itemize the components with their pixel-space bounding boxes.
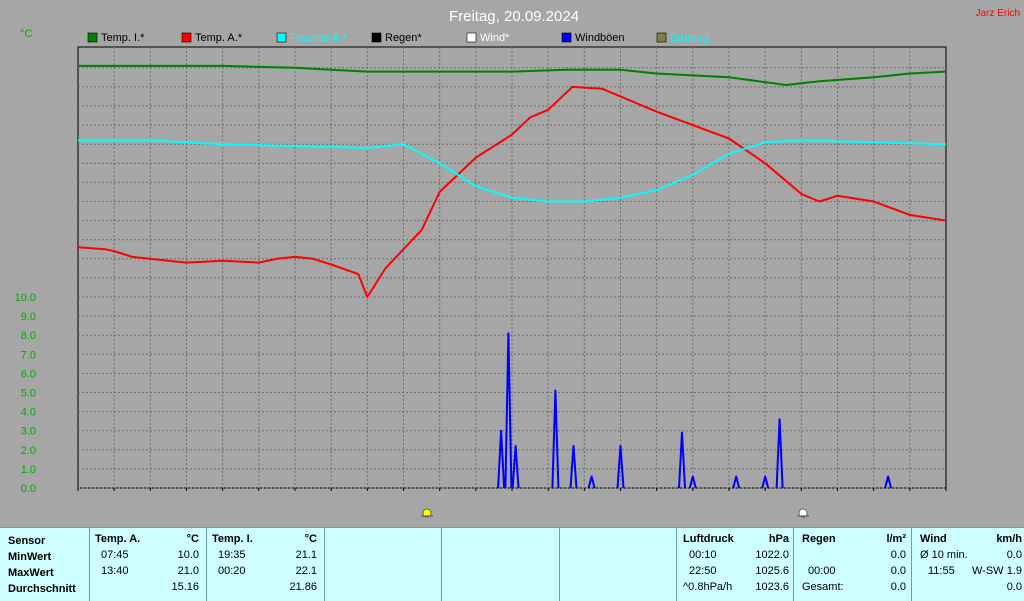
temp-a-max-value: 21.0: [177, 565, 199, 577]
temp-a-column: Temp. A. °C 07:45 10.0 13:40 21.0 15.16: [90, 528, 207, 601]
y-tick-label: 5.0: [21, 388, 36, 400]
temp-i-max-time: 00:20: [218, 565, 246, 577]
temp-i-min-time: 19:35: [218, 549, 246, 561]
empty-column-3: [560, 528, 677, 601]
rain-total-value: 0.0: [890, 581, 906, 593]
rain-column: Regen l/m² 0.0 00:00 0.0 Gesamt: 0.0: [794, 528, 912, 601]
pressure-average: 1023.6: [755, 581, 789, 593]
legend-swatch: [466, 32, 477, 43]
temp-i-max-value: 22.1: [295, 565, 317, 577]
weather-chart: Freitag, 20.09.2024 Jarz Erich °C Temp. …: [15, 8, 1020, 518]
temp-i-unit: °C: [304, 533, 317, 545]
legend-label: Windböen: [575, 32, 625, 44]
sunset-icon: [797, 508, 809, 518]
chart-legend: Temp. I.* Temp. A.* Feuchte A.* Regen* Wind*…: [87, 32, 712, 44]
legend-swatch: [181, 32, 192, 43]
y-tick-label: 2.0: [21, 445, 36, 457]
legend-label: Temp. A.*: [195, 32, 243, 44]
y-tick-label: 3.0: [21, 426, 36, 438]
empty-column-2: [442, 528, 560, 601]
pressure-title: Luftdruck: [683, 533, 734, 545]
rain-title: Regen: [802, 533, 836, 545]
y-tick-label: 9.0: [21, 311, 36, 323]
wind-value-3: 0.0: [1006, 581, 1022, 593]
chart-title: Freitag, 20.09.2024: [449, 8, 579, 25]
legend-label: Feuchte A.*: [290, 32, 348, 44]
pressure-min-time: 00:10: [689, 549, 717, 561]
pressure-column: Luftdruck hPa 00:10 1022.0 22:50 1025.6 …: [677, 528, 794, 601]
y-unit-label: °C: [20, 28, 32, 40]
wind-column: Wind km/h Ø 10 min. 0.0 11:55 W-SW 1.9 0…: [912, 528, 1024, 601]
y-tick-label: 4.0: [21, 407, 36, 419]
empty-column-1: [325, 528, 442, 601]
sunrise-icon: [421, 508, 433, 518]
legend-swatch: [371, 32, 382, 43]
temp-i-average: 21.86: [289, 581, 317, 593]
row-label-avg: Durchschnitt: [8, 583, 76, 595]
row-label-max: MaxWert: [8, 567, 54, 579]
rain-unit: l/m²: [886, 533, 906, 545]
legend-label: Wind*: [480, 32, 510, 44]
y-tick-label: 1.0: [21, 464, 36, 476]
wind-max-time: 11:55: [928, 565, 955, 577]
y-tick-label: 0.0: [21, 483, 36, 495]
temp-a-unit: °C: [186, 533, 199, 545]
legend-swatch: [656, 32, 667, 43]
pressure-min-value: 1022.0: [755, 549, 789, 561]
y-tick-label: 10.0: [15, 292, 36, 304]
pressure-unit: hPa: [768, 533, 789, 545]
legend-label: Regen*: [385, 32, 422, 44]
sensor-column: Sensor MinWert MaxWert Durchschnitt: [0, 528, 90, 601]
pressure-max-value: 1025.6: [755, 565, 789, 577]
rain-total-label: Gesamt:: [802, 581, 844, 593]
pressure-trend: ^0.8hPa/h: [683, 581, 733, 593]
sensor-title: Sensor: [8, 535, 46, 547]
y-tick-label: 6.0: [21, 368, 36, 380]
pressure-max-time: 22:50: [689, 565, 717, 577]
temp-a-title: Temp. A.: [95, 533, 141, 545]
y-tick-label: 8.0: [21, 330, 36, 342]
wind-unit: km/h: [996, 533, 1022, 545]
statistics-panel: Sensor MinWert MaxWert Durchschnitt Temp…: [0, 527, 1024, 601]
temp-i-column: Temp. I. °C 19:35 21.1 00:20 22.1 21.86: [207, 528, 325, 601]
rain-value-2: 0.0: [890, 565, 906, 577]
legend-swatch: [561, 32, 572, 43]
wind-avg-label: Ø 10 min.: [920, 549, 968, 561]
legend-label: Erdmag.: [670, 32, 712, 44]
temp-a-min-time: 07:45: [101, 549, 129, 561]
legend-label: Temp. I.*: [101, 32, 145, 44]
legend-swatch: [276, 32, 287, 43]
temp-a-max-time: 13:40: [101, 565, 129, 577]
y-tick-label: 7.0: [21, 349, 36, 361]
temp-a-min-value: 10.0: [177, 549, 199, 561]
rain-value-1: 0.0: [890, 549, 906, 561]
wind-max-value: 1.9: [1006, 565, 1022, 577]
station-name: Jarz Erich: [976, 8, 1020, 19]
rain-time: 00:00: [808, 565, 836, 577]
wind-direction: W-SW: [972, 565, 1004, 577]
row-label-min: MinWert: [8, 551, 52, 563]
wind-avg-value: 0.0: [1006, 549, 1022, 561]
temp-i-title: Temp. I.: [212, 533, 253, 545]
legend-swatch: [87, 32, 98, 43]
temp-a-average: 15.16: [171, 581, 199, 593]
temp-i-min-value: 21.1: [295, 549, 317, 561]
y-axis-ticks: 0.0 1.0 2.0 3.0 4.0 5.0 6.0 7.0 8.0 9.0 10.0: [15, 292, 36, 495]
wind-title: Wind: [920, 533, 947, 545]
